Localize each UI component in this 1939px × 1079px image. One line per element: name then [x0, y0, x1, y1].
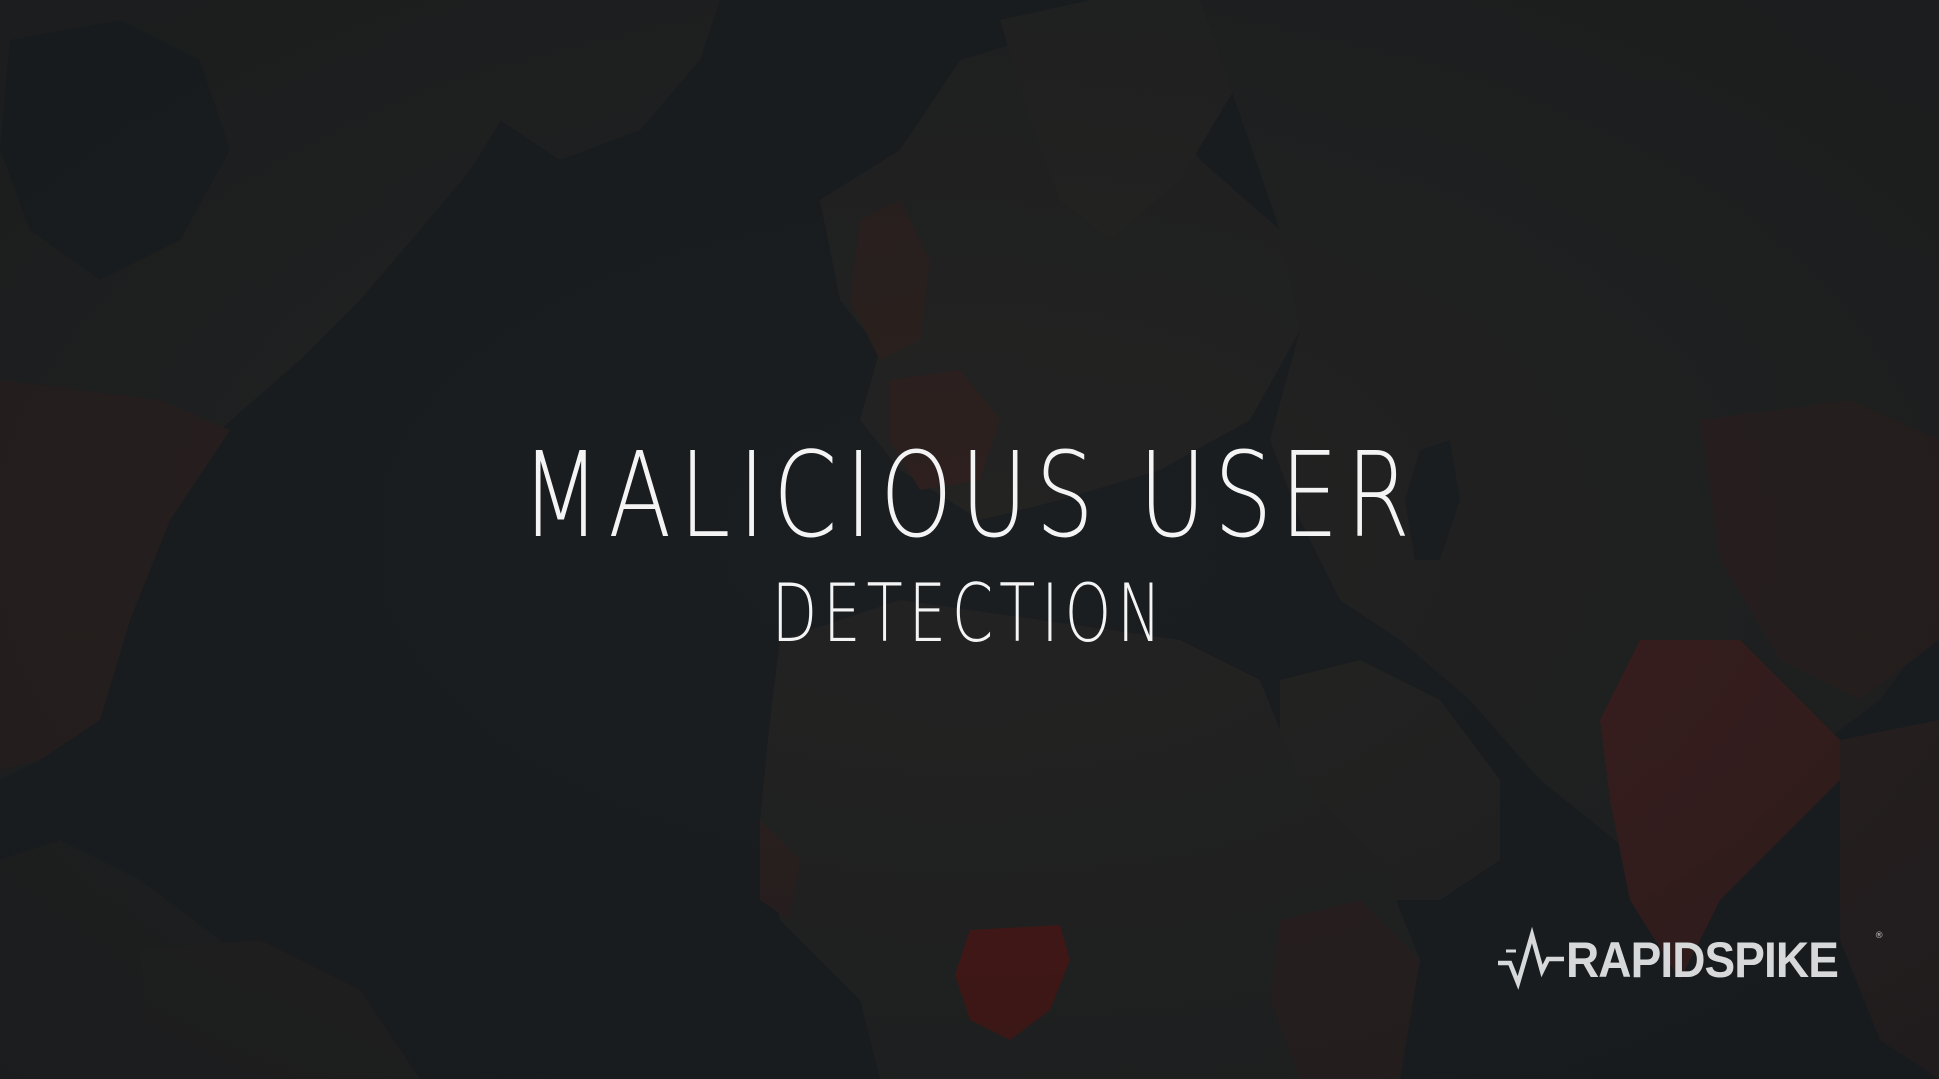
headline-subtitle: DETECTION: [771, 567, 1168, 660]
logo-wordmark: RAPIDSPIKE: [1566, 932, 1839, 988]
rapidspike-logo: RAPIDSPIKE ®: [1496, 925, 1884, 995]
registered-trademark: ®: [1874, 931, 1884, 941]
headline-title: MALICIOUS USER: [521, 426, 1418, 564]
pulse-spike-logo-icon: [1498, 926, 1564, 990]
video-frame: MALICIOUS USER DETECTION RAPIDSPIKE ®: [0, 0, 1939, 1079]
